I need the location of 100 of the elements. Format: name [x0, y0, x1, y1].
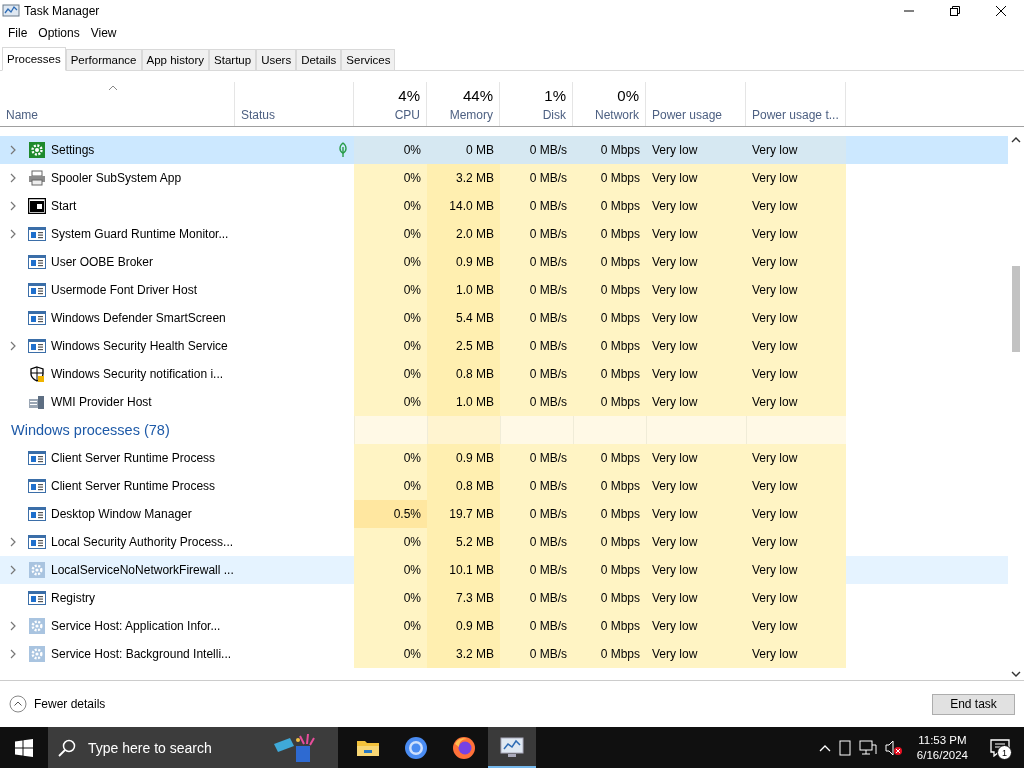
gear-icon: [29, 142, 45, 158]
chevron-right-icon[interactable]: [10, 145, 16, 155]
cpu-cell: 0.5%: [354, 500, 427, 528]
disk-cell: 0 MB/s: [500, 192, 573, 220]
disk-cell: 0 MB/s: [500, 640, 573, 668]
process-name: Client Server Runtime Process: [50, 478, 217, 495]
window-title: Task Manager: [24, 4, 101, 18]
power-cell: Very low: [646, 332, 746, 360]
disk-cell: 0 MB/s: [500, 584, 573, 612]
search-icon: [58, 738, 76, 757]
menu-item[interactable]: Options: [34, 25, 87, 40]
column-header[interactable]: 1% Disk: [500, 82, 573, 126]
network-cell: 0 Mbps: [573, 444, 646, 472]
menu-item[interactable]: View: [86, 25, 124, 40]
disk-cell: 0 MB/s: [500, 472, 573, 500]
cpu-cell: 0%: [354, 304, 427, 332]
network-cell: 0 Mbps: [573, 612, 646, 640]
process-name: Settings: [50, 142, 96, 159]
chevron-right-icon[interactable]: [10, 229, 16, 239]
scroll-up-icon[interactable]: [1011, 136, 1021, 144]
network-cell: 0 Mbps: [573, 472, 646, 500]
scroll-down-icon[interactable]: [1011, 670, 1021, 678]
network-cell: 0 Mbps: [573, 248, 646, 276]
cpu-cell: 0%: [354, 192, 427, 220]
tab[interactable]: Details: [296, 49, 342, 70]
chevron-up-icon[interactable]: [818, 743, 831, 752]
power-trend-cell: Very low: [746, 276, 846, 304]
power-trend-cell: Very low: [746, 248, 846, 276]
process-name: LocalServiceNoNetworkFirewall ...: [50, 562, 235, 579]
power-cell: Very low: [646, 528, 746, 556]
chevron-right-icon[interactable]: [10, 649, 16, 659]
shield-icon: [29, 366, 45, 382]
power-trend-cell: Very low: [746, 136, 846, 164]
chevron-right-icon[interactable]: [10, 621, 16, 631]
scroll-thumb[interactable]: [1012, 266, 1020, 352]
fewer-details-button[interactable]: Fewer details: [9, 695, 106, 713]
power-cell: Very low: [646, 276, 746, 304]
process-name: Service Host: Background Intelli...: [50, 646, 233, 663]
process-name: User OOBE Broker: [50, 254, 155, 271]
leaf-icon: [338, 142, 348, 158]
column-header[interactable]: Name: [0, 82, 235, 126]
tab[interactable]: Services: [341, 49, 396, 70]
search-input[interactable]: Type here to search: [86, 738, 260, 757]
clock[interactable]: 11:53 PM 6/16/2024: [910, 732, 974, 763]
network-cell: 0 Mbps: [573, 164, 646, 192]
end-task-button[interactable]: End task: [932, 693, 1015, 715]
process-row[interactable]: Settings 0% 0 MB 0 MB/s 0 Mbps Very low Very low: [0, 136, 1008, 164]
column-header[interactable]: Power usage: [646, 82, 746, 126]
chevron-right-icon[interactable]: [10, 173, 16, 183]
power-trend-cell: Very low: [746, 472, 846, 500]
tab[interactable]: Processes: [2, 47, 66, 71]
power-cell: Very low: [646, 220, 746, 248]
column-header[interactable]: Status: [235, 82, 354, 126]
process-name: System Guard Runtime Monitor...: [50, 226, 230, 243]
power-cell: Very low: [646, 556, 746, 584]
column-header[interactable]: 0% Network: [573, 82, 646, 126]
column-header[interactable]: Power usage t...: [746, 82, 846, 126]
tab[interactable]: Startup: [209, 49, 257, 70]
gear-icon: [29, 618, 45, 634]
chevron-right-icon[interactable]: [10, 341, 16, 351]
notifications-button[interactable]: 1: [982, 727, 1018, 768]
power-cell: Very low: [646, 304, 746, 332]
message-icon: [990, 738, 1010, 757]
windows-logo-icon: [15, 738, 33, 757]
restore-icon: [950, 6, 960, 16]
volume-muted-icon[interactable]: [884, 739, 903, 756]
process-name: Start: [50, 198, 78, 215]
power-cell: Very low: [646, 472, 746, 500]
cpu-cell: 0%: [354, 612, 427, 640]
chevron-right-icon[interactable]: [10, 537, 16, 547]
column-header[interactable]: 4% CPU: [354, 82, 427, 126]
disk-cell: 0 MB/s: [500, 612, 573, 640]
network-cell: 0 Mbps: [573, 640, 646, 668]
chevron-right-icon[interactable]: [10, 201, 16, 211]
tab[interactable]: Performance: [65, 49, 142, 70]
tab[interactable]: App history: [141, 49, 210, 70]
app-monitor-icon: [2, 3, 20, 19]
cpu-cell: 0%: [354, 360, 427, 388]
disk-cell: 0 MB/s: [500, 500, 573, 528]
power-cell: Very low: [646, 164, 746, 192]
menu-item[interactable]: File: [4, 25, 35, 40]
process-row[interactable]: LocalServiceNoNetworkFirewall ... 0% 10.1 MB 0 MB/s 0 Mbps Very low Very low: [0, 556, 1008, 584]
column-header[interactable]: 44% Memory: [427, 82, 500, 126]
disk-cell: 0 MB/s: [500, 332, 573, 360]
app-window-icon: [28, 591, 46, 605]
chevron-right-icon[interactable]: [10, 565, 16, 575]
disk-cell: 0 MB/s: [500, 304, 573, 332]
search-field[interactable]: Type here to search: [48, 727, 338, 768]
task-manager-button[interactable]: [488, 727, 536, 768]
app-window-icon: [28, 479, 46, 493]
network-cell: 0 Mbps: [573, 528, 646, 556]
network-icon[interactable]: [858, 739, 877, 756]
gear-icon: [29, 562, 45, 578]
window-icon: [28, 198, 46, 214]
memory-cell: 0.9 MB: [427, 248, 500, 276]
disk-cell: 0 MB/s: [500, 248, 573, 276]
tablet-icon[interactable]: [838, 739, 851, 756]
app-window-icon: [28, 227, 46, 241]
tab[interactable]: Users: [256, 49, 297, 70]
process-name: Client Server Runtime Process: [50, 450, 217, 467]
